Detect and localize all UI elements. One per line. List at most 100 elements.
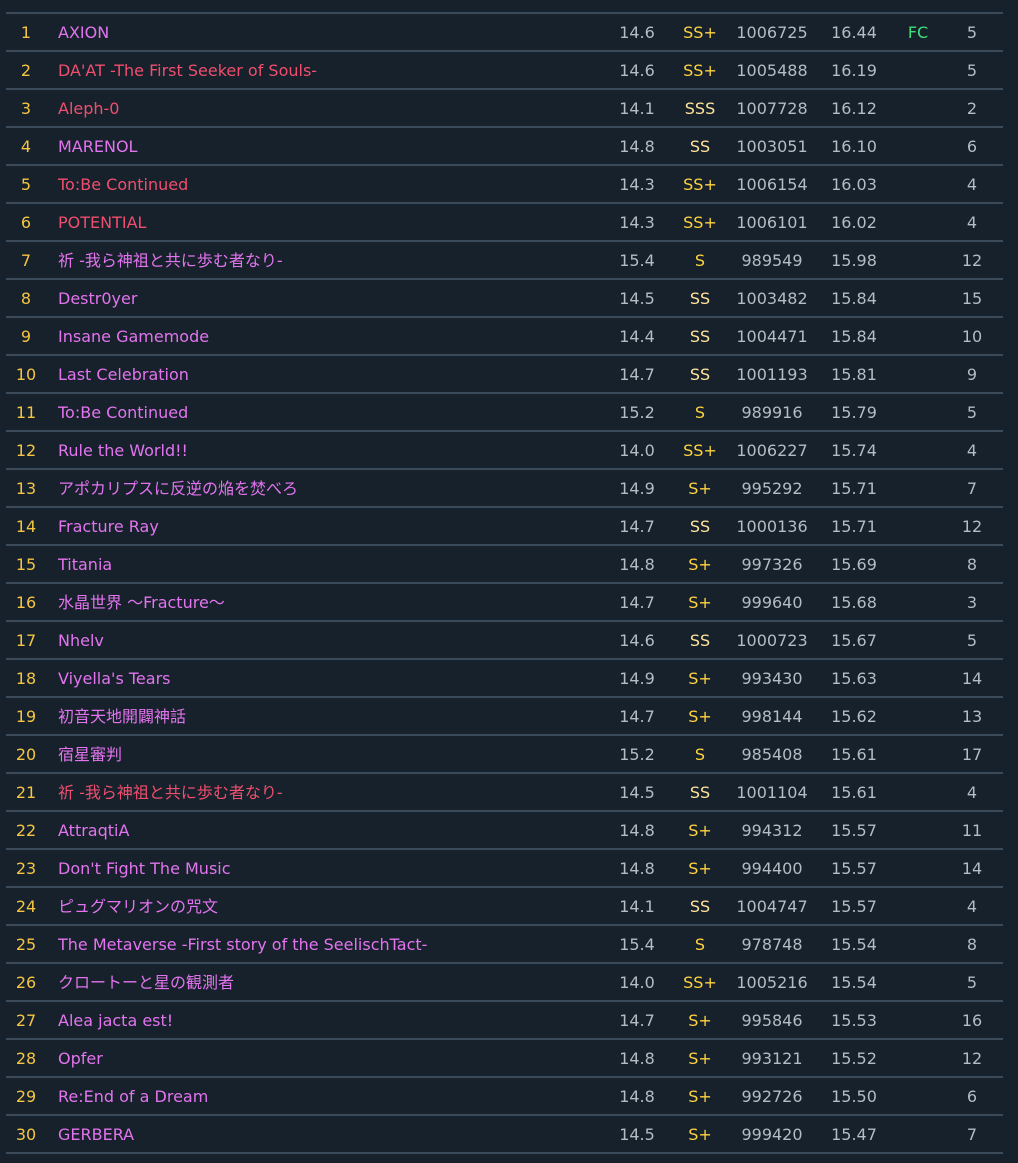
song-title[interactable]: Aleph-0	[58, 90, 598, 126]
song-title[interactable]: Insane Gamemode	[58, 318, 598, 354]
rank-number: 16	[15, 593, 37, 612]
score-value: 1006227	[736, 441, 808, 460]
score-value: 992726	[741, 1087, 803, 1106]
score-value: 999640	[741, 593, 803, 612]
table-row: 11 To:Be Continued 15.2 S 989916 15.79 5	[6, 394, 1003, 432]
clear-lamp	[896, 508, 940, 544]
song-title[interactable]: アポカリプスに反逆の焔を焚べろ	[58, 470, 598, 506]
table-row: 2 DA'AT -The First Seeker of Souls- 14.6…	[6, 52, 1003, 90]
song-title[interactable]: AttraqtiA	[58, 812, 598, 848]
table-row: 15 Titania 14.8 S+ 997326 15.69 8	[6, 546, 1003, 584]
clear-lamp	[896, 1116, 940, 1152]
chart-constant: 14.9	[619, 479, 655, 498]
rating-value: 15.47	[831, 1125, 877, 1144]
song-title[interactable]: クロートーと星の観測者	[58, 964, 598, 1000]
play-count: 10	[961, 327, 983, 346]
play-count: 5	[966, 61, 978, 80]
song-title[interactable]: Titania	[58, 546, 598, 582]
chart-constant: 14.8	[619, 821, 655, 840]
chart-constant: 14.8	[619, 1049, 655, 1068]
rating-value: 15.71	[831, 517, 877, 536]
song-title[interactable]: GERBERA	[58, 1116, 598, 1152]
grade-badge: S+	[688, 821, 712, 840]
song-title[interactable]: Destr0yer	[58, 280, 598, 316]
play-count: 4	[966, 175, 978, 194]
rank-number: 21	[15, 783, 37, 802]
grade-badge: S+	[688, 1011, 712, 1030]
chart-constant: 14.8	[619, 1087, 655, 1106]
rating-value: 15.67	[831, 631, 877, 650]
rank-number: 14	[15, 517, 37, 536]
score-value: 993121	[741, 1049, 803, 1068]
play-count: 3	[966, 593, 978, 612]
grade-badge: S+	[688, 555, 712, 574]
song-title[interactable]: To:Be Continued	[58, 166, 598, 202]
chart-constant: 14.1	[619, 897, 655, 916]
table-row: 7 祈 -我ら神祖と共に歩む者なり- 15.4 S 989549 15.98 1…	[6, 242, 1003, 280]
song-title[interactable]: The Metaverse -First story of the Seelis…	[58, 926, 598, 962]
clear-lamp	[896, 432, 940, 468]
score-value: 1003051	[736, 137, 808, 156]
song-title[interactable]: Don't Fight The Music	[58, 850, 598, 886]
table-row: 26 クロートーと星の観測者 14.0 SS+ 1005216 15.54 5	[6, 964, 1003, 1002]
play-count: 13	[961, 707, 983, 726]
song-title[interactable]: Rule the World!!	[58, 432, 598, 468]
song-title[interactable]: Fracture Ray	[58, 508, 598, 544]
chart-constant: 14.7	[619, 707, 655, 726]
song-title[interactable]: Opfer	[58, 1040, 598, 1076]
song-title[interactable]: 初音天地開闢神話	[58, 698, 598, 734]
table-row: 6 POTENTIAL 14.3 SS+ 1006101 16.02 4	[6, 204, 1003, 242]
rank-number: 17	[15, 631, 37, 650]
chart-constant: 14.8	[619, 859, 655, 878]
song-title[interactable]: ピュグマリオンの咒文	[58, 888, 598, 924]
rank-number: 9	[20, 327, 32, 346]
table-row: 1 AXION 14.6 SS+ 1006725 16.44 FC 5	[6, 14, 1003, 52]
chart-constant: 14.7	[619, 1011, 655, 1030]
clear-lamp	[896, 774, 940, 810]
rank-number: 29	[15, 1087, 37, 1106]
song-title[interactable]: Re:End of a Dream	[58, 1078, 598, 1114]
table-row: 14 Fracture Ray 14.7 SS 1000136 15.71 12	[6, 508, 1003, 546]
song-title[interactable]: 宿星審判	[58, 736, 598, 772]
chart-constant: 14.7	[619, 517, 655, 536]
rating-value: 15.54	[831, 935, 877, 954]
table-row: 17 Nhelv 14.6 SS 1000723 15.67 5	[6, 622, 1003, 660]
song-title[interactable]: Alea jacta est!	[58, 1002, 598, 1038]
chart-constant: 15.4	[619, 935, 655, 954]
song-title[interactable]: POTENTIAL	[58, 204, 598, 240]
table-row: 23 Don't Fight The Music 14.8 S+ 994400 …	[6, 850, 1003, 888]
song-title[interactable]: AXION	[58, 14, 598, 50]
score-value: 1007728	[736, 99, 808, 118]
rating-value: 15.68	[831, 593, 877, 612]
clear-lamp	[896, 736, 940, 772]
rating-value: 15.84	[831, 327, 877, 346]
table-row: 28 Opfer 14.8 S+ 993121 15.52 12	[6, 1040, 1003, 1078]
chart-constant: 14.7	[619, 365, 655, 384]
rating-value: 15.63	[831, 669, 877, 688]
score-value: 978748	[741, 935, 803, 954]
score-value: 1006725	[736, 23, 808, 42]
rank-number: 25	[15, 935, 37, 954]
rating-value: 15.74	[831, 441, 877, 460]
song-title[interactable]: Viyella's Tears	[58, 660, 598, 696]
rank-number: 2	[20, 61, 32, 80]
rating-value: 15.79	[831, 403, 877, 422]
score-value: 998144	[741, 707, 803, 726]
song-title[interactable]: 祈 -我ら神祖と共に歩む者なり-	[58, 774, 598, 810]
song-title[interactable]: Nhelv	[58, 622, 598, 658]
rank-number: 8	[20, 289, 32, 308]
song-title[interactable]: Last Celebration	[58, 356, 598, 392]
song-title[interactable]: 水晶世界 ～Fracture～	[58, 584, 598, 620]
grade-badge: S	[694, 403, 706, 422]
clear-lamp	[896, 698, 940, 734]
song-title[interactable]: MARENOL	[58, 128, 598, 164]
song-title[interactable]: DA'AT -The First Seeker of Souls-	[58, 52, 598, 88]
chart-constant: 14.8	[619, 555, 655, 574]
chart-constant: 14.5	[619, 783, 655, 802]
song-title[interactable]: To:Be Continued	[58, 394, 598, 430]
score-value: 997326	[741, 555, 803, 574]
clear-lamp: FC	[907, 23, 929, 42]
grade-badge: S+	[688, 1087, 712, 1106]
score-value: 993430	[741, 669, 803, 688]
song-title[interactable]: 祈 -我ら神祖と共に歩む者なり-	[58, 242, 598, 278]
